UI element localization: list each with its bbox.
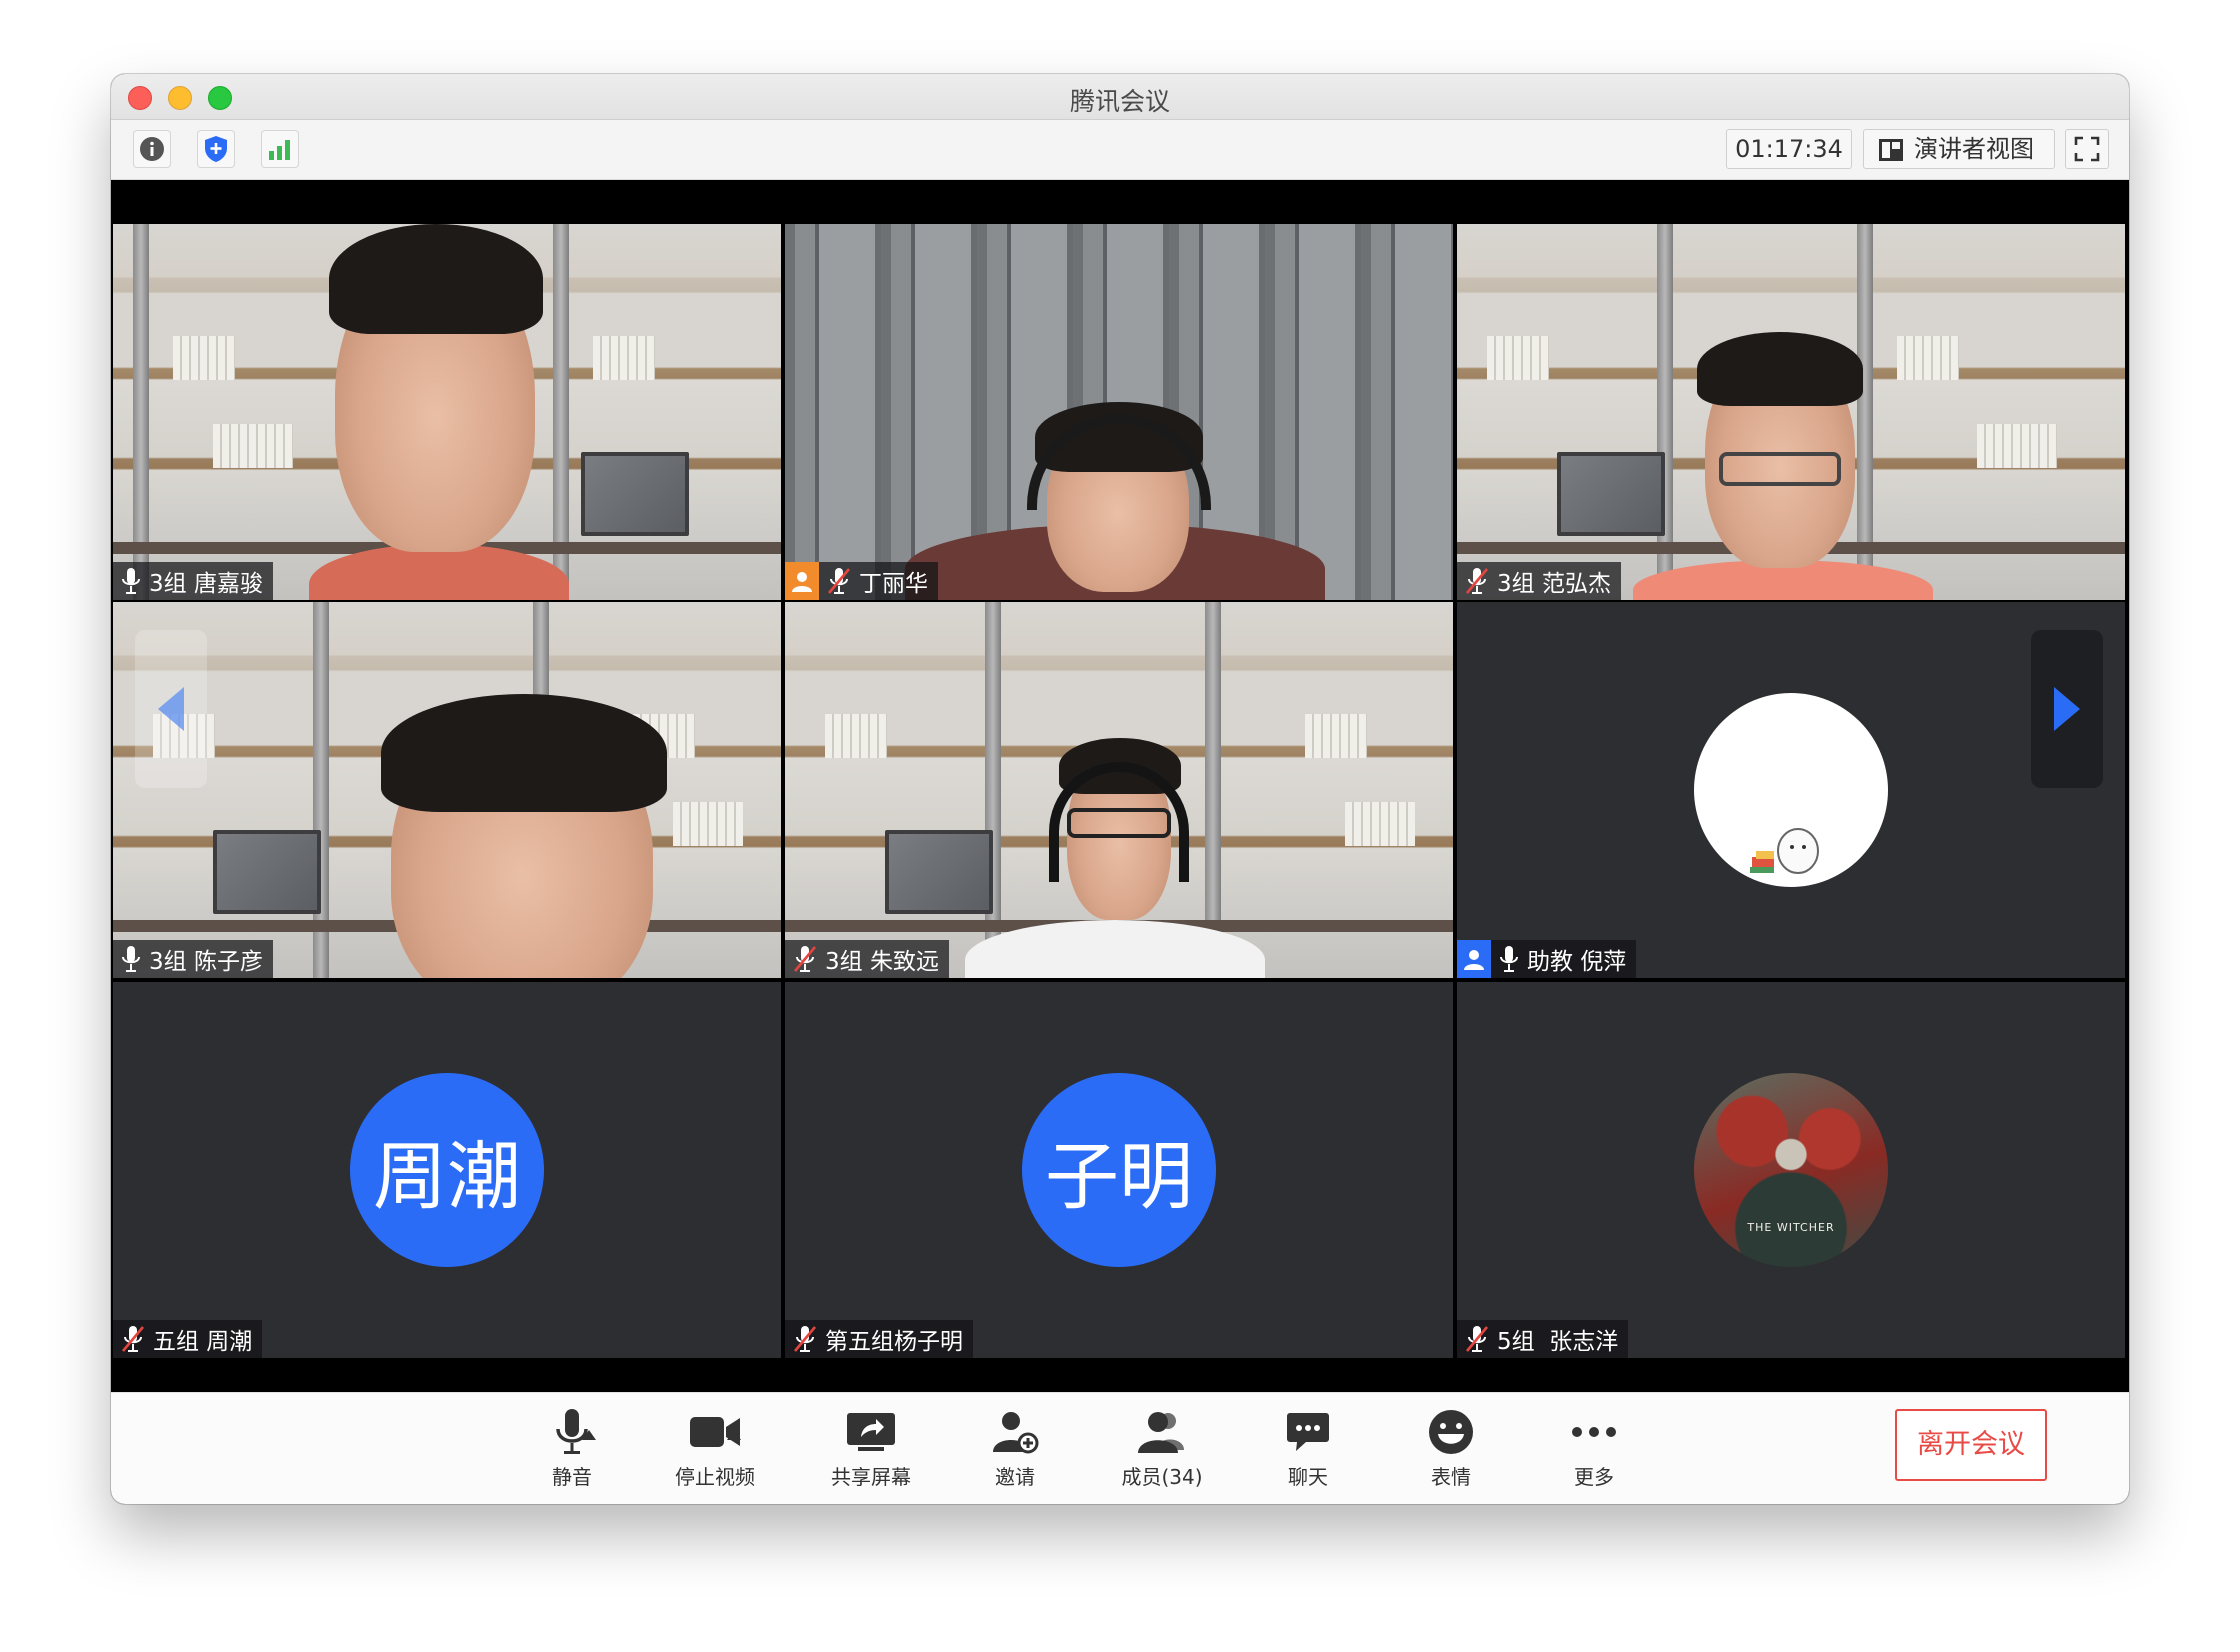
participant-name: 5组 张志洋 <box>1497 1329 1619 1355</box>
participant-nameplate: 3组 范弘杰 <box>1457 562 1621 600</box>
video-tile[interactable]: 子明 第五组杨子明 <box>785 982 1453 1358</box>
meeting-window: 腾讯会议 01:17:34 演讲者视图 3组 唐嘉骏 丁丽华 3组 范弘杰 3组… <box>111 74 2129 1504</box>
video-tile[interactable]: 3组 唐嘉骏 <box>113 224 781 600</box>
mute-label: 静音 <box>552 1465 592 1489</box>
microphone-icon <box>122 568 140 594</box>
triangle-left-icon <box>158 687 184 731</box>
share-screen-label: 共享屏幕 <box>831 1465 911 1489</box>
participant-nameplate: 助教 倪萍 <box>1457 940 1637 978</box>
host-badge <box>785 562 819 600</box>
participant-avatar: THE WITCHER <box>1694 1073 1888 1267</box>
next-page-button[interactable] <box>2031 630 2103 788</box>
network-status-button[interactable] <box>261 130 299 168</box>
title-bar: 腾讯会议 <box>111 74 2129 120</box>
avatar-caption: THE WITCHER <box>1747 1221 1835 1234</box>
cohost-badge <box>1457 940 1491 978</box>
video-options-button[interactable] <box>724 1429 744 1445</box>
video-grid: 3组 唐嘉骏 丁丽华 3组 范弘杰 3组 陈子彦 3组 朱致远 助教 倪萍 周潮… <box>111 222 2129 1358</box>
video-tile[interactable]: 丁丽华 <box>785 224 1453 600</box>
meeting-toolbar: 01:17:34 演讲者视图 <box>111 120 2129 180</box>
video-tile[interactable]: 3组 陈子彦 <box>113 602 781 978</box>
microphone-icon <box>1500 946 1518 972</box>
mic-muted-icon <box>1466 1326 1488 1352</box>
leave-meeting-button[interactable]: 离开会议 <box>1895 1409 2047 1481</box>
members-button[interactable]: 成员(34) <box>1107 1407 1217 1490</box>
fullscreen-button[interactable] <box>2065 129 2109 169</box>
mic-muted-icon <box>828 568 850 594</box>
share-screen-icon <box>847 1413 895 1451</box>
participant-nameplate: 3组 唐嘉骏 <box>113 562 273 600</box>
sticker-avatar-icon <box>1750 828 1819 874</box>
invite-label: 邀请 <box>995 1465 1035 1489</box>
window-title: 腾讯会议 <box>1069 87 1170 116</box>
chat-bubble-icon <box>1287 1413 1329 1451</box>
video-tile[interactable]: 助教 倪萍 <box>1457 602 2125 978</box>
participant-nameplate: 5组 张志洋 <box>1457 1320 1629 1358</box>
layout-icon <box>1879 139 1903 161</box>
participant-name: 助教 倪萍 <box>1527 949 1627 975</box>
video-tile[interactable]: 周潮 五组 周潮 <box>113 982 781 1358</box>
participant-nameplate: 3组 陈子彦 <box>113 940 273 978</box>
signal-icon <box>269 140 290 160</box>
cohost-person-icon <box>1464 950 1484 970</box>
mic-muted-icon <box>794 1326 816 1352</box>
mic-muted-icon <box>1466 568 1488 594</box>
participant-avatar <box>1694 693 1888 887</box>
security-button[interactable] <box>197 130 235 168</box>
chat-button[interactable]: 聊天 <box>1253 1407 1363 1490</box>
reactions-button[interactable]: 表情 <box>1396 1407 1506 1490</box>
meeting-info-button[interactable] <box>133 130 171 168</box>
members-label: 成员(34) <box>1121 1465 1203 1489</box>
triangle-right-icon <box>2054 687 2080 731</box>
share-screen-button[interactable]: 共享屏幕 <box>816 1407 926 1490</box>
invite-button[interactable]: 邀请 <box>960 1407 1070 1490</box>
reactions-label: 表情 <box>1431 1465 1471 1489</box>
participant-nameplate: 3组 朱致远 <box>785 940 949 978</box>
stop-video-button[interactable]: 停止视频 <box>660 1407 770 1490</box>
add-person-icon <box>993 1412 1039 1454</box>
previous-page-button[interactable] <box>135 630 207 788</box>
participant-nameplate: 第五组杨子明 <box>785 1320 973 1358</box>
participant-name: 3组 范弘杰 <box>1497 571 1611 597</box>
video-tile[interactable]: THE WITCHER 5组 张志洋 <box>1457 982 2125 1358</box>
speaker-view-button[interactable]: 演讲者视图 <box>1863 129 2055 169</box>
participant-name: 丁丽华 <box>859 571 928 597</box>
caret-up-icon <box>727 1430 741 1440</box>
shield-icon <box>205 136 227 162</box>
participant-nameplate: 丁丽华 <box>785 562 938 600</box>
participant-avatar: 子明 <box>1022 1073 1216 1267</box>
caret-up-icon <box>582 1430 596 1440</box>
participant-name: 五组 周潮 <box>153 1329 253 1355</box>
participant-nameplate: 五组 周潮 <box>113 1320 263 1358</box>
participant-name: 3组 朱致远 <box>825 949 939 975</box>
members-icon <box>1138 1412 1184 1453</box>
smiley-icon <box>1429 1410 1473 1454</box>
audio-options-button[interactable] <box>579 1429 599 1445</box>
mute-button[interactable]: 静音 <box>517 1407 627 1490</box>
fullscreen-icon <box>2074 136 2100 162</box>
video-tile[interactable]: 3组 朱致远 <box>785 602 1453 978</box>
chat-label: 聊天 <box>1288 1465 1328 1489</box>
control-bar: 静音 停止视频 共享屏幕 邀请 成员(34) 聊天 表情 更多 离开会议 <box>111 1392 2129 1504</box>
stop-video-label: 停止视频 <box>675 1465 755 1489</box>
mic-muted-icon <box>794 946 816 972</box>
more-dots-icon <box>1572 1427 1616 1437</box>
video-tile[interactable]: 3组 范弘杰 <box>1457 224 2125 600</box>
more-label: 更多 <box>1574 1465 1614 1489</box>
meeting-timer: 01:17:34 <box>1726 129 1852 169</box>
info-icon <box>140 137 164 161</box>
participant-avatar: 周潮 <box>350 1073 544 1267</box>
mic-muted-icon <box>122 1326 144 1352</box>
participant-name: 3组 唐嘉骏 <box>149 571 263 597</box>
host-person-icon <box>792 572 812 592</box>
participant-name: 第五组杨子明 <box>825 1329 963 1355</box>
participant-name: 3组 陈子彦 <box>149 949 263 975</box>
more-button[interactable]: 更多 <box>1539 1407 1649 1490</box>
microphone-icon <box>122 946 140 972</box>
speaker-view-label: 演讲者视图 <box>1914 135 2034 163</box>
